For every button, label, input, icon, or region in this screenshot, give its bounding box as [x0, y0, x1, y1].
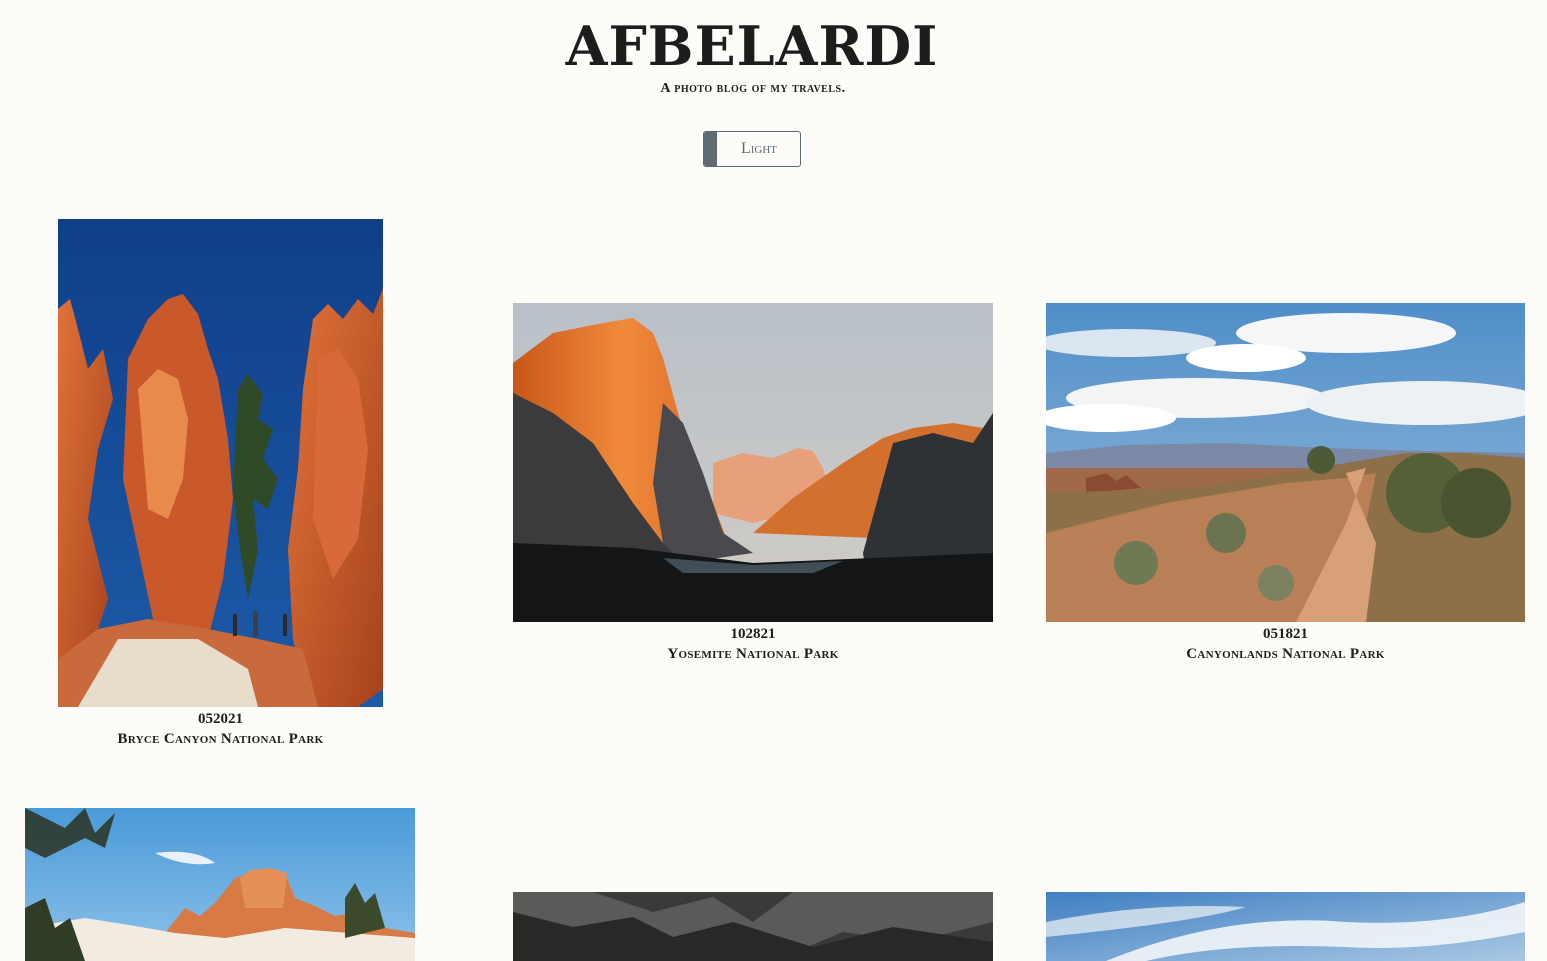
theme-toggle-button[interactable]: Light: [703, 131, 801, 167]
post-location[interactable]: Canyonlands National Park: [1046, 644, 1525, 664]
post-location[interactable]: Yosemite National Park: [513, 644, 993, 664]
post-caption-canyonlands: 051821 Canyonlands National Park: [1046, 625, 1525, 664]
post-date: 051821: [1263, 626, 1308, 642]
photo-yosemite[interactable]: [513, 303, 993, 622]
photo-row2-col2[interactable]: [513, 892, 993, 961]
theme-toggle-label: Light: [740, 140, 778, 157]
photo-row2-col1[interactable]: [25, 808, 415, 961]
post-date: 052021: [198, 711, 243, 727]
toggle-knob: [704, 132, 717, 166]
site-title[interactable]: AFBELARDI: [0, 14, 1504, 78]
post-caption-yosemite: 102821 Yosemite National Park: [513, 625, 993, 664]
site-subtitle: A photo blog of my travels.: [660, 81, 846, 96]
photo-row2-col3[interactable]: [1046, 892, 1525, 961]
post-location[interactable]: Bryce Canyon National Park: [58, 729, 383, 749]
photo-bryce-canyon[interactable]: [58, 219, 383, 707]
post-date: 102821: [730, 626, 776, 642]
page: AFBELARDI A photo blog of my travels. Li…: [0, 0, 1547, 961]
post-caption-bryce: 052021 Bryce Canyon National Park: [58, 710, 383, 749]
photo-canyonlands[interactable]: [1046, 303, 1525, 622]
